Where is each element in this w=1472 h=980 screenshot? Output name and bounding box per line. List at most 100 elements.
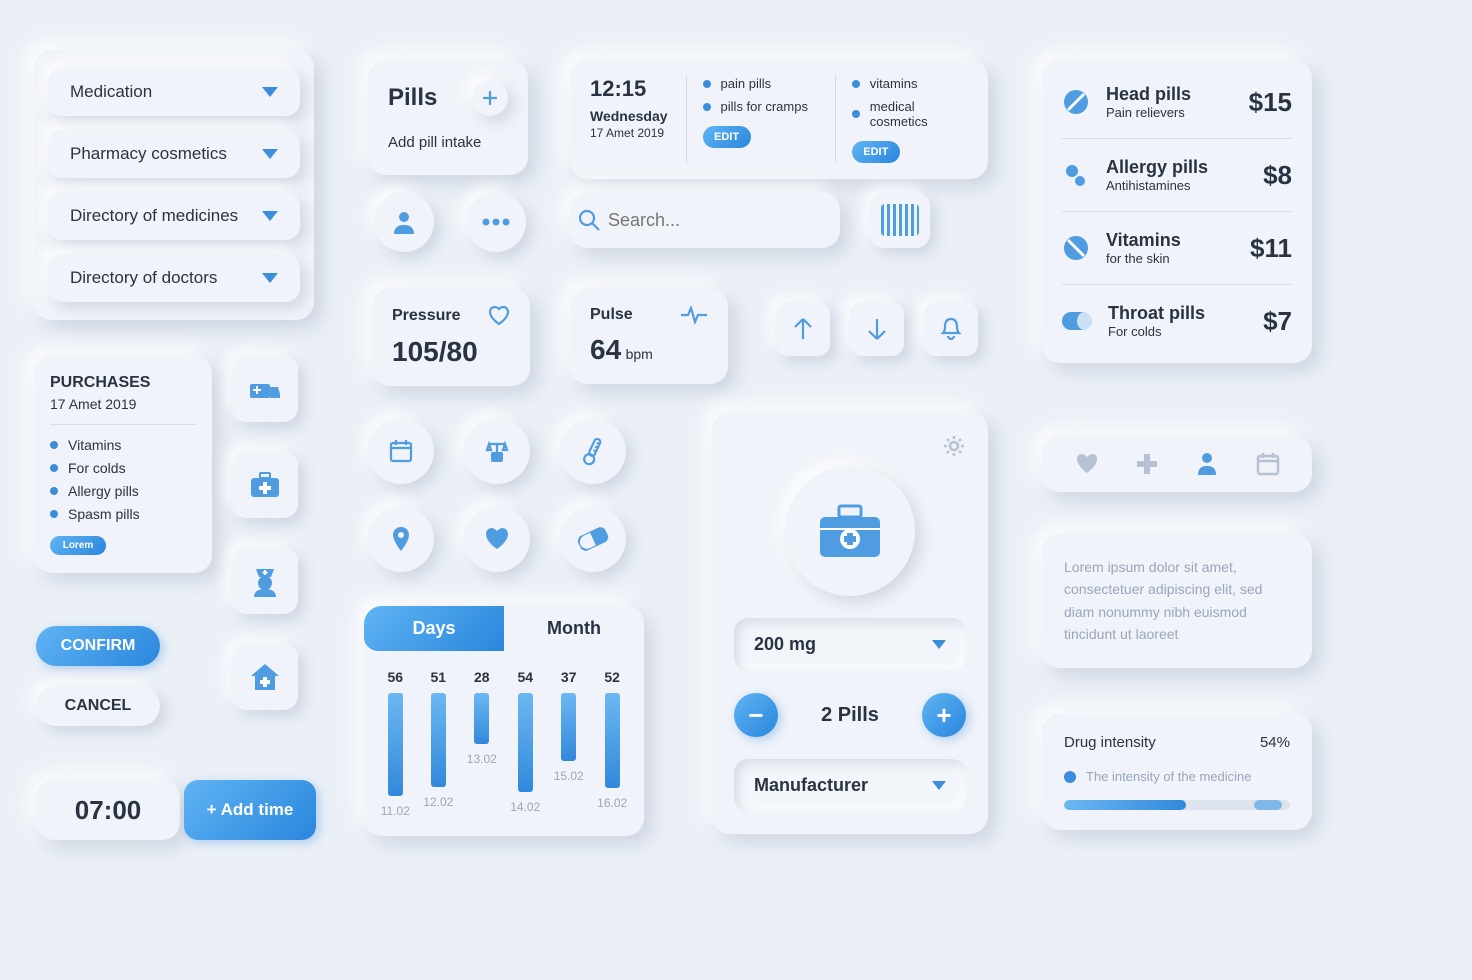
nav-plus-icon[interactable] (1136, 453, 1158, 475)
chart-bar: 3715.02 (554, 669, 584, 818)
sched-item: vitamins (870, 76, 918, 91)
home-plus-icon[interactable] (232, 644, 298, 710)
tab-month[interactable]: Month (504, 606, 644, 651)
location-icon[interactable] (368, 506, 434, 572)
chart-bar: 5112.02 (423, 669, 453, 818)
menu-medicines[interactable]: Directory of medicines (48, 192, 300, 240)
product-sub: For colds (1108, 324, 1205, 339)
description-text: Lorem ipsum dolor sit amet, consectetuer… (1042, 534, 1312, 668)
ambulance-icon[interactable] (232, 356, 298, 422)
product-row[interactable]: Head pillsPain relievers $15 (1062, 66, 1292, 139)
pulse-value: 64 (590, 334, 621, 365)
nav-heart-icon[interactable] (1075, 453, 1099, 475)
more-button[interactable] (466, 192, 526, 252)
product-name: Vitamins (1106, 230, 1181, 251)
intensity-value: 54% (1260, 734, 1290, 751)
gear-icon[interactable] (734, 434, 966, 458)
heart-icon (488, 306, 510, 326)
product-price: $7 (1263, 306, 1292, 337)
bell-button[interactable] (924, 302, 978, 356)
menu-label: Directory of medicines (70, 206, 238, 226)
time-display: 07:00 (36, 780, 180, 840)
chevron-down-icon (262, 87, 278, 97)
pulse-unit: bpm (626, 346, 653, 362)
product-row[interactable]: Vitaminsfor the skin $11 (1062, 212, 1292, 285)
purchases-title: PURCHASES (50, 374, 196, 392)
edit-button[interactable]: EDIT (852, 141, 900, 163)
edit-button[interactable]: EDIT (703, 126, 751, 148)
sched-item: medical cosmetics (870, 99, 968, 129)
chart-bar: 5611.02 (381, 669, 410, 818)
product-price: $8 (1263, 160, 1292, 191)
medkit-icon[interactable] (232, 452, 298, 518)
chevron-down-icon (262, 273, 278, 283)
product-name: Head pills (1106, 84, 1191, 105)
purchase-item: Spasm pills (68, 506, 140, 522)
search-icon (570, 208, 608, 232)
minus-button[interactable]: − (734, 693, 778, 737)
heart-fill-icon[interactable] (464, 506, 530, 572)
search-input[interactable] (608, 210, 840, 231)
arrow-down-button[interactable] (850, 302, 904, 356)
chart-bar: 2813.02 (467, 669, 497, 818)
capsule-icon (1062, 312, 1092, 330)
sched-item: pain pills (721, 76, 772, 91)
add-pill-button[interactable] (472, 80, 508, 116)
pressure-label: Pressure (392, 307, 461, 325)
schedule-day: Wednesday (590, 108, 668, 124)
pulse-icon (680, 306, 708, 324)
cancel-button[interactable]: CANCEL (36, 686, 160, 726)
schedule-date: 17 Amet 2019 (590, 126, 668, 140)
dots-icon (1062, 161, 1090, 189)
profile-button[interactable] (374, 192, 434, 252)
purchase-item: For colds (68, 460, 126, 476)
purchase-item: Allergy pills (68, 483, 139, 499)
add-time-button[interactable]: + Add time (184, 780, 316, 840)
intensity-slider[interactable] (1064, 800, 1290, 810)
dosage-value: 200 mg (754, 634, 816, 655)
menu-pharmacy[interactable]: Pharmacy cosmetics (48, 130, 300, 178)
pill-count: 2 Pills (821, 704, 879, 727)
product-price: $11 (1250, 233, 1292, 264)
purchases-date: 17 Amet 2019 (50, 396, 196, 412)
chevron-down-icon (932, 781, 946, 790)
chevron-down-icon (932, 640, 946, 649)
scale-icon[interactable] (464, 418, 530, 484)
pressure-value: 105/80 (392, 336, 510, 368)
pills-title: Pills (388, 84, 437, 112)
pills-subtitle: Add pill intake (388, 134, 508, 151)
menu-medication[interactable]: Medication (48, 68, 300, 116)
purchase-item: Vitamins (68, 437, 121, 453)
product-sub: Antihistamines (1106, 178, 1208, 193)
menu-label: Pharmacy cosmetics (70, 144, 227, 164)
product-sub: Pain relievers (1106, 105, 1191, 120)
product-price: $15 (1249, 87, 1292, 118)
nav-calendar-icon[interactable] (1256, 452, 1280, 476)
product-sub: for the skin (1106, 251, 1181, 266)
schedule-time: 12:15 (590, 76, 668, 102)
chevron-down-icon (262, 211, 278, 221)
medkit-large-icon (785, 466, 915, 596)
confirm-button[interactable]: CONFIRM (36, 626, 160, 666)
plus-button[interactable]: + (922, 693, 966, 737)
chevron-down-icon (262, 149, 278, 159)
arrow-up-button[interactable] (776, 302, 830, 356)
manufacturer-select[interactable]: Manufacturer (734, 759, 966, 812)
tab-days[interactable]: Days (364, 606, 504, 651)
calendar-icon[interactable] (368, 418, 434, 484)
dosage-select[interactable]: 200 mg (734, 618, 966, 671)
grid-icon[interactable] (870, 192, 930, 248)
product-name: Allergy pills (1106, 157, 1208, 178)
pill-icon[interactable] (560, 506, 626, 572)
intensity-label: Drug intensity (1064, 734, 1156, 751)
product-row[interactable]: Throat pillsFor colds $7 (1062, 285, 1292, 357)
nurse-icon[interactable] (232, 548, 298, 614)
product-row[interactable]: Allergy pillsAntihistamines $8 (1062, 139, 1292, 212)
intensity-sub: The intensity of the medicine (1086, 769, 1251, 784)
lorem-button[interactable]: Lorem (50, 536, 106, 555)
thermometer-icon[interactable] (560, 418, 626, 484)
nav-person-icon[interactable] (1195, 451, 1219, 477)
pulse-label: Pulse (590, 306, 633, 324)
menu-doctors[interactable]: Directory of doctors (48, 254, 300, 302)
sched-item: pills for cramps (721, 99, 808, 114)
